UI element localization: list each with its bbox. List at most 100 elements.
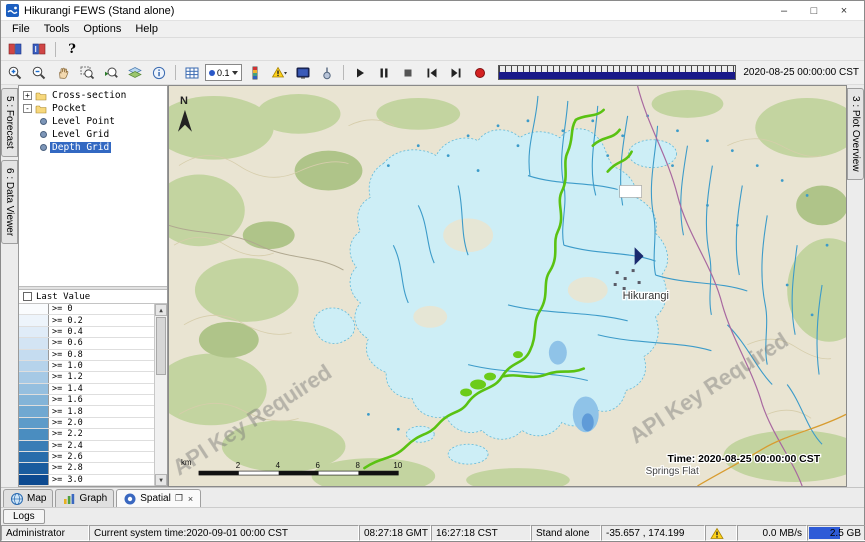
warning-icon: [710, 527, 724, 540]
zoom-previous-icon[interactable]: [100, 63, 122, 83]
info-icon[interactable]: [148, 63, 170, 83]
legend-scrollbar[interactable]: ▲ ▼: [154, 304, 167, 486]
expand-icon[interactable]: +: [23, 91, 32, 100]
tree-node-label[interactable]: Pocket: [50, 103, 88, 114]
record-button[interactable]: [469, 63, 491, 83]
profile-tool-icon[interactable]: [316, 63, 338, 83]
legend-swatch: [19, 418, 49, 428]
legend-swatch: [19, 315, 49, 325]
status-coordinates: -35.657 , 174.199: [601, 525, 705, 541]
collapse-icon[interactable]: -: [23, 104, 32, 113]
float-tab-icon[interactable]: ❐: [174, 493, 184, 504]
tab-spatial-label: Spatial: [140, 493, 171, 504]
legend-row[interactable]: >= 0.4: [19, 327, 154, 338]
legend-row[interactable]: >= 1.4: [19, 384, 154, 395]
tree-node-label[interactable]: Cross-section: [50, 90, 128, 101]
tree-leaf-label-selected[interactable]: Depth Grid: [50, 142, 111, 153]
tree-node-cross-section[interactable]: + Cross-section: [21, 89, 165, 102]
map-time-label: Time: 2020-08-25 00:00:00 CST: [668, 454, 821, 465]
zoom-out-icon[interactable]: [28, 63, 50, 83]
tree-leaf-label[interactable]: Level Grid: [50, 129, 111, 140]
play-button[interactable]: [349, 63, 371, 83]
menu-help[interactable]: Help: [128, 22, 165, 36]
close-button[interactable]: ×: [829, 2, 859, 20]
database-icon[interactable]: [4, 39, 26, 59]
tab-graph[interactable]: Graph: [55, 489, 114, 507]
legend-row[interactable]: >= 2.8: [19, 463, 154, 474]
legend-header-label: Last Value: [36, 292, 90, 302]
threshold-dropdown[interactable]: 0.1: [205, 64, 242, 81]
legend-row[interactable]: >= 1.0: [19, 361, 154, 372]
tree-leaf-depth-grid[interactable]: Depth Grid: [21, 141, 165, 154]
status-memory: 2.5 GB: [807, 525, 865, 541]
maximize-button[interactable]: □: [799, 2, 829, 20]
left-tab-strip: 5 : Forecast 6 : Data Viewer: [1, 85, 18, 487]
tree-leaf-label[interactable]: Level Point: [50, 116, 117, 127]
scroll-up-icon[interactable]: ▲: [155, 304, 167, 316]
legend-row[interactable]: >= 2.6: [19, 452, 154, 463]
menu-file[interactable]: File: [5, 22, 37, 36]
grid-display-icon[interactable]: [181, 63, 203, 83]
tree-node-pocket[interactable]: - Pocket: [21, 102, 165, 115]
titlebar[interactable]: Hikurangi FEWS (Stand alone) – □ ×: [1, 1, 864, 21]
legend-row[interactable]: >= 0.6: [19, 338, 154, 349]
scroll-thumb[interactable]: [156, 317, 166, 375]
menu-options[interactable]: Options: [76, 22, 128, 36]
archive-icon[interactable]: [28, 39, 50, 59]
legend-row[interactable]: >= 1.8: [19, 406, 154, 417]
status-warning[interactable]: [705, 525, 737, 541]
animation-window-icon[interactable]: [292, 63, 314, 83]
legend-row[interactable]: >= 2.4: [19, 441, 154, 452]
tree-leaf-level-grid[interactable]: Level Grid: [21, 128, 165, 141]
close-tab-icon[interactable]: ×: [187, 494, 194, 504]
pause-button[interactable]: [373, 63, 395, 83]
scale-tick: 8: [355, 461, 360, 470]
legend-label: >= 2.2: [49, 429, 86, 439]
scroll-down-icon[interactable]: ▼: [155, 474, 167, 486]
help-button[interactable]: ?: [61, 39, 83, 59]
current-time-display: 2020-08-25 00:00:00 CST: [743, 67, 861, 78]
stop-button[interactable]: [397, 63, 419, 83]
zoom-box-icon[interactable]: [76, 63, 98, 83]
legend-row[interactable]: >= 0: [19, 304, 154, 315]
tab-data-viewer[interactable]: 6 : Data Viewer: [1, 160, 18, 244]
step-forward-button[interactable]: [445, 63, 467, 83]
folder-icon: [35, 104, 47, 114]
zoom-in-icon[interactable]: [4, 63, 26, 83]
status-download-speed: 0.0 MB/s: [737, 525, 807, 541]
menu-tools[interactable]: Tools: [37, 22, 77, 36]
tab-plot-overview[interactable]: 3 : Plot Overview: [847, 88, 864, 180]
legend-row[interactable]: >= 1.2: [19, 372, 154, 383]
step-back-button[interactable]: [421, 63, 443, 83]
legend-label: >= 0.4: [49, 327, 86, 337]
legend-row[interactable]: >= 2.2: [19, 429, 154, 440]
tab-forecast[interactable]: 5 : Forecast: [1, 88, 18, 157]
legend-swatch: [19, 338, 49, 348]
warning-dropdown-icon[interactable]: [268, 63, 290, 83]
legend-swatch: [19, 384, 49, 394]
last-value-checkbox[interactable]: [23, 292, 32, 301]
legend-row[interactable]: >= 3.0: [19, 475, 154, 486]
tree-leaf-level-point[interactable]: Level Point: [21, 115, 165, 128]
minimize-button[interactable]: –: [769, 2, 799, 20]
pan-hand-icon[interactable]: [52, 63, 74, 83]
legend-row[interactable]: >= 0.2: [19, 315, 154, 326]
tab-spatial[interactable]: Spatial ❐ ×: [116, 489, 201, 507]
legend-row[interactable]: >= 1.6: [19, 395, 154, 406]
map-canvas[interactable]: API Key Required API Key Required Hikura…: [169, 86, 846, 486]
logs-button[interactable]: Logs: [3, 509, 45, 524]
main-toolbar: ?: [1, 38, 864, 61]
legend-row[interactable]: >= 0.8: [19, 350, 154, 361]
legend-label: >= 0.8: [49, 350, 86, 360]
layers-icon[interactable]: [124, 63, 146, 83]
layer-dot-icon: [40, 144, 47, 151]
status-mode: Stand alone: [531, 525, 601, 541]
legend-row[interactable]: >= 2.0: [19, 418, 154, 429]
tab-map[interactable]: Map: [3, 489, 53, 507]
time-slider[interactable]: [498, 65, 737, 80]
legend-swatch: [19, 372, 49, 382]
color-scale-icon[interactable]: [244, 63, 266, 83]
tab-map-label: Map: [27, 493, 46, 504]
layer-tree: + Cross-section - Pocket Level Point: [19, 86, 167, 286]
legend-label: >= 1.2: [49, 372, 86, 382]
